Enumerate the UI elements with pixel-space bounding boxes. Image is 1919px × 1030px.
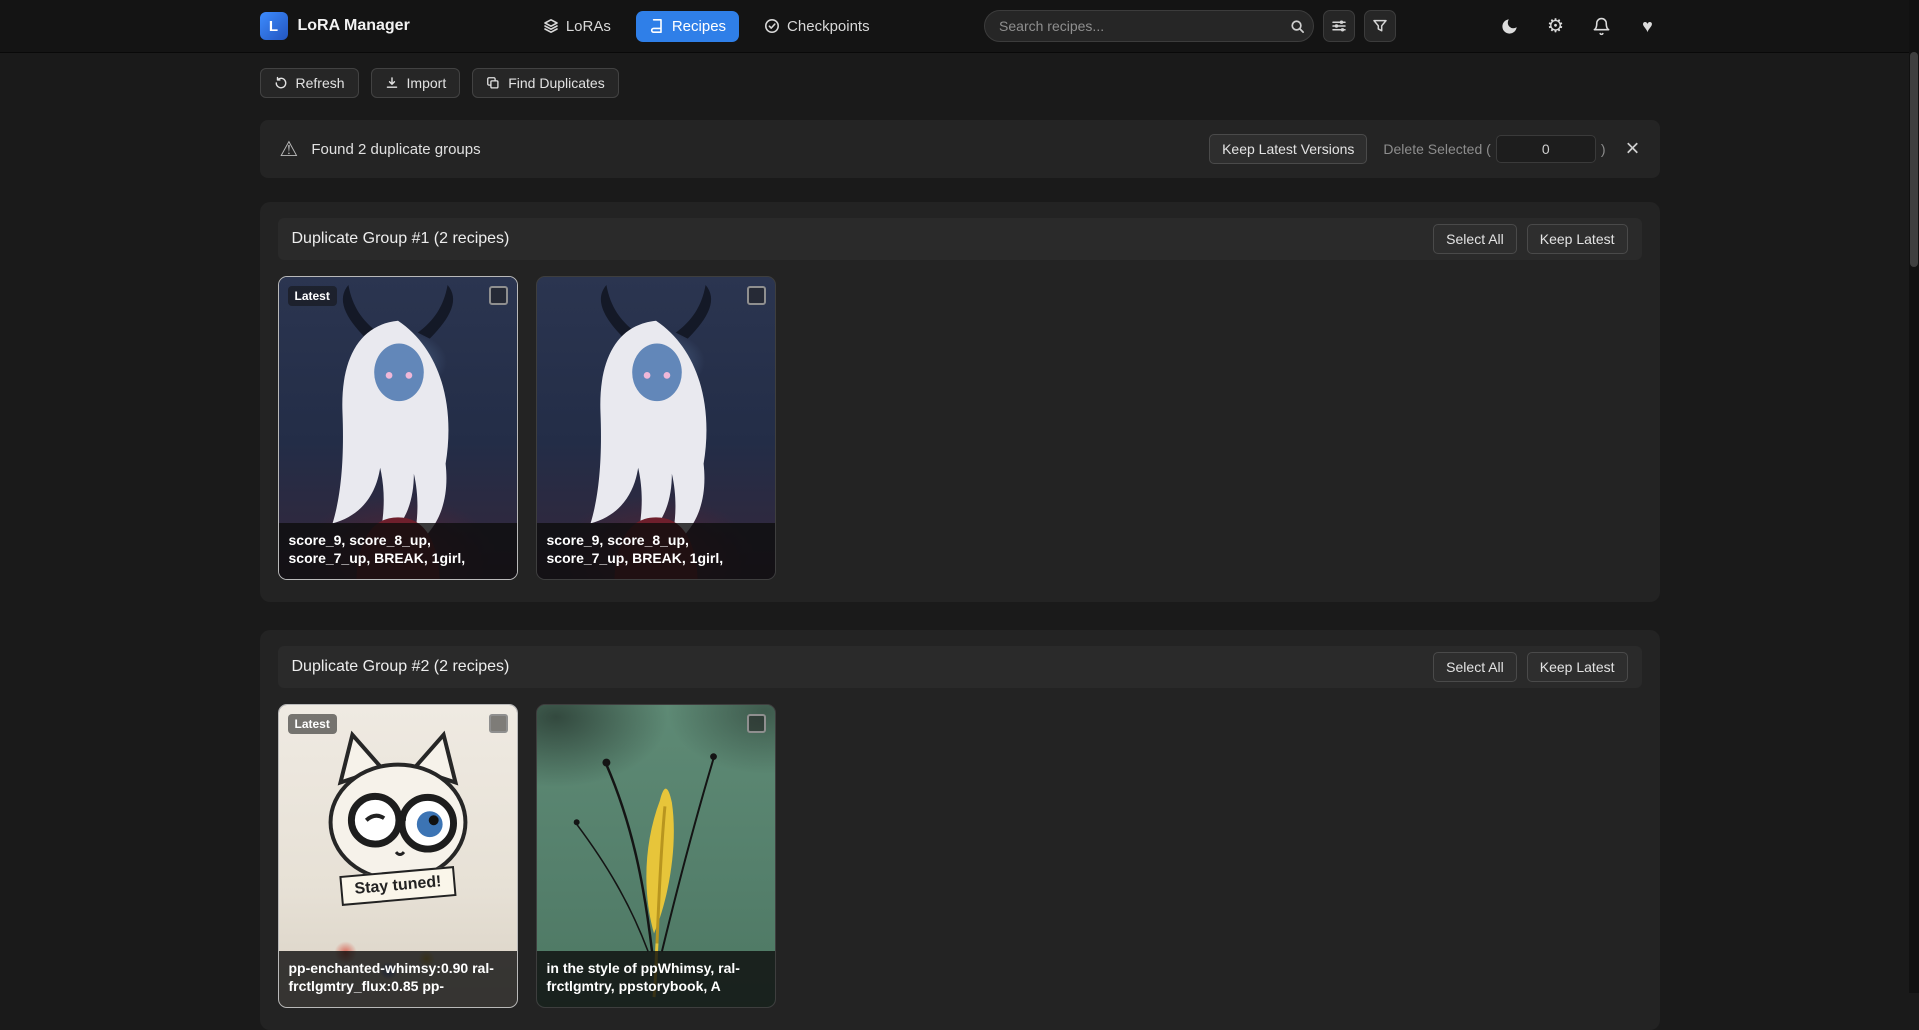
group-1-actions: Select All Keep Latest — [1433, 224, 1627, 254]
tab-checkpoints-label: Checkpoints — [787, 18, 870, 35]
card-checkbox[interactable] — [747, 714, 766, 733]
notifications-button[interactable] — [1590, 14, 1614, 38]
tab-loras[interactable]: LoRAs — [530, 11, 624, 42]
group-1-select-all-button[interactable]: Select All — [1433, 224, 1517, 254]
gear-icon: ⚙ — [1547, 17, 1564, 36]
search-input[interactable] — [984, 10, 1314, 42]
import-label: Import — [407, 75, 447, 91]
banner-message-wrap: ⚠ Found 2 duplicate groups — [280, 139, 481, 160]
brand-name: LoRA Manager — [298, 17, 410, 35]
moon-icon — [1500, 17, 1519, 36]
settings-button[interactable]: ⚙ — [1544, 14, 1568, 38]
theme-toggle-button[interactable] — [1498, 14, 1522, 38]
book-icon — [649, 18, 665, 34]
delete-selected-suffix: ) — [1601, 141, 1606, 157]
banner-actions: Keep Latest Versions Delete Selected ( )… — [1209, 134, 1639, 164]
search-icon — [1290, 19, 1305, 34]
top-navbar: L LoRA Manager LoRAs Recipes Checkpoints — [0, 0, 1919, 52]
recipe-card[interactable]: in the style of ppWhimsy, ral-frctlgmtry… — [536, 704, 776, 1008]
search-bar — [984, 10, 1314, 42]
group-1-keep-latest-button[interactable]: Keep Latest — [1527, 224, 1628, 254]
tab-loras-label: LoRAs — [566, 18, 611, 35]
funnel-icon — [1372, 18, 1388, 34]
keep-latest-versions-button[interactable]: Keep Latest Versions — [1209, 134, 1367, 164]
import-download-icon — [385, 76, 399, 90]
heart-icon: ♥ — [1642, 17, 1653, 35]
recipes-toolbar: Refresh Import Find Duplicates — [260, 68, 1660, 98]
latest-badge: Latest — [288, 286, 337, 306]
group-1-title: Duplicate Group #1 (2 recipes) — [292, 230, 510, 248]
card-caption: score_9, score_8_up, score_7_up, BREAK, … — [537, 523, 775, 579]
refresh-icon — [274, 76, 288, 90]
recipe-card[interactable]: score_9, score_8_up, score_7_up, BREAK, … — [536, 276, 776, 580]
card-checkbox[interactable] — [489, 714, 508, 733]
group-2-actions: Select All Keep Latest — [1433, 652, 1627, 682]
tab-recipes-label: Recipes — [672, 18, 726, 35]
check-circle-icon — [764, 18, 780, 34]
banner-close-button[interactable]: × — [1625, 137, 1639, 161]
card-caption: in the style of ppWhimsy, ral-frctlgmtry… — [537, 951, 775, 1007]
page-scrollbar[interactable] — [1909, 0, 1919, 993]
find-duplicates-label: Find Duplicates — [508, 75, 605, 91]
group-2-select-all-button[interactable]: Select All — [1433, 652, 1517, 682]
recipe-card[interactable]: Stay tuned! Latest pp-enchanted-whimsy:0… — [278, 704, 518, 1008]
group-2-keep-latest-button[interactable]: Keep Latest — [1527, 652, 1628, 682]
copy-icon — [486, 76, 500, 90]
card-checkbox[interactable] — [489, 286, 508, 305]
card-checkbox[interactable] — [747, 286, 766, 305]
delete-count-input[interactable] — [1496, 135, 1596, 163]
group-2-cards: Stay tuned! Latest pp-enchanted-whimsy:0… — [278, 704, 1642, 1008]
scrollbar-thumb[interactable] — [1910, 52, 1918, 267]
card-caption: pp-enchanted-whimsy:0.90 ral-frctlgmtry_… — [279, 951, 517, 1007]
navbar-right-icons: ⚙ ♥ — [1498, 14, 1660, 38]
search-button[interactable] — [1285, 14, 1309, 38]
warning-icon: ⚠ — [280, 139, 299, 160]
group-1-header: Duplicate Group #1 (2 recipes) Select Al… — [278, 218, 1642, 260]
brand-logo: L — [260, 12, 288, 40]
delete-selected-prefix: Delete Selected ( — [1383, 141, 1490, 157]
tab-recipes[interactable]: Recipes — [636, 11, 739, 42]
layers-icon — [543, 18, 559, 34]
card-caption: score_9, score_8_up, score_7_up, BREAK, … — [279, 523, 517, 579]
group-1-cards: Latest score_9, score_8_up, score_7_up, … — [278, 276, 1642, 580]
recipe-card[interactable]: Latest score_9, score_8_up, score_7_up, … — [278, 276, 518, 580]
bell-icon — [1592, 17, 1611, 36]
duplicate-group-1-panel: Duplicate Group #1 (2 recipes) Select Al… — [260, 202, 1660, 602]
sort-options-button[interactable] — [1323, 10, 1355, 42]
group-2-header: Duplicate Group #2 (2 recipes) Select Al… — [278, 646, 1642, 688]
filter-button[interactable] — [1364, 10, 1396, 42]
refresh-label: Refresh — [296, 75, 345, 91]
main-tabs: LoRAs Recipes Checkpoints — [530, 11, 883, 42]
group-2-title: Duplicate Group #2 (2 recipes) — [292, 658, 510, 676]
delete-selected-control[interactable]: Delete Selected ( ) — [1383, 135, 1605, 163]
duplicate-group-2-panel: Duplicate Group #2 (2 recipes) Select Al… — [260, 630, 1660, 1030]
navbar-inner: L LoRA Manager LoRAs Recipes Checkpoints — [260, 10, 1660, 42]
brand[interactable]: L LoRA Manager — [260, 12, 410, 40]
refresh-button[interactable]: Refresh — [260, 68, 359, 98]
import-button[interactable]: Import — [371, 68, 461, 98]
support-button[interactable]: ♥ — [1636, 14, 1660, 38]
sliders-icon — [1331, 18, 1347, 34]
tab-checkpoints[interactable]: Checkpoints — [751, 11, 883, 42]
banner-message: Found 2 duplicate groups — [311, 141, 480, 158]
latest-badge: Latest — [288, 714, 337, 734]
find-duplicates-button[interactable]: Find Duplicates — [472, 68, 619, 98]
duplicates-banner: ⚠ Found 2 duplicate groups Keep Latest V… — [260, 120, 1660, 178]
